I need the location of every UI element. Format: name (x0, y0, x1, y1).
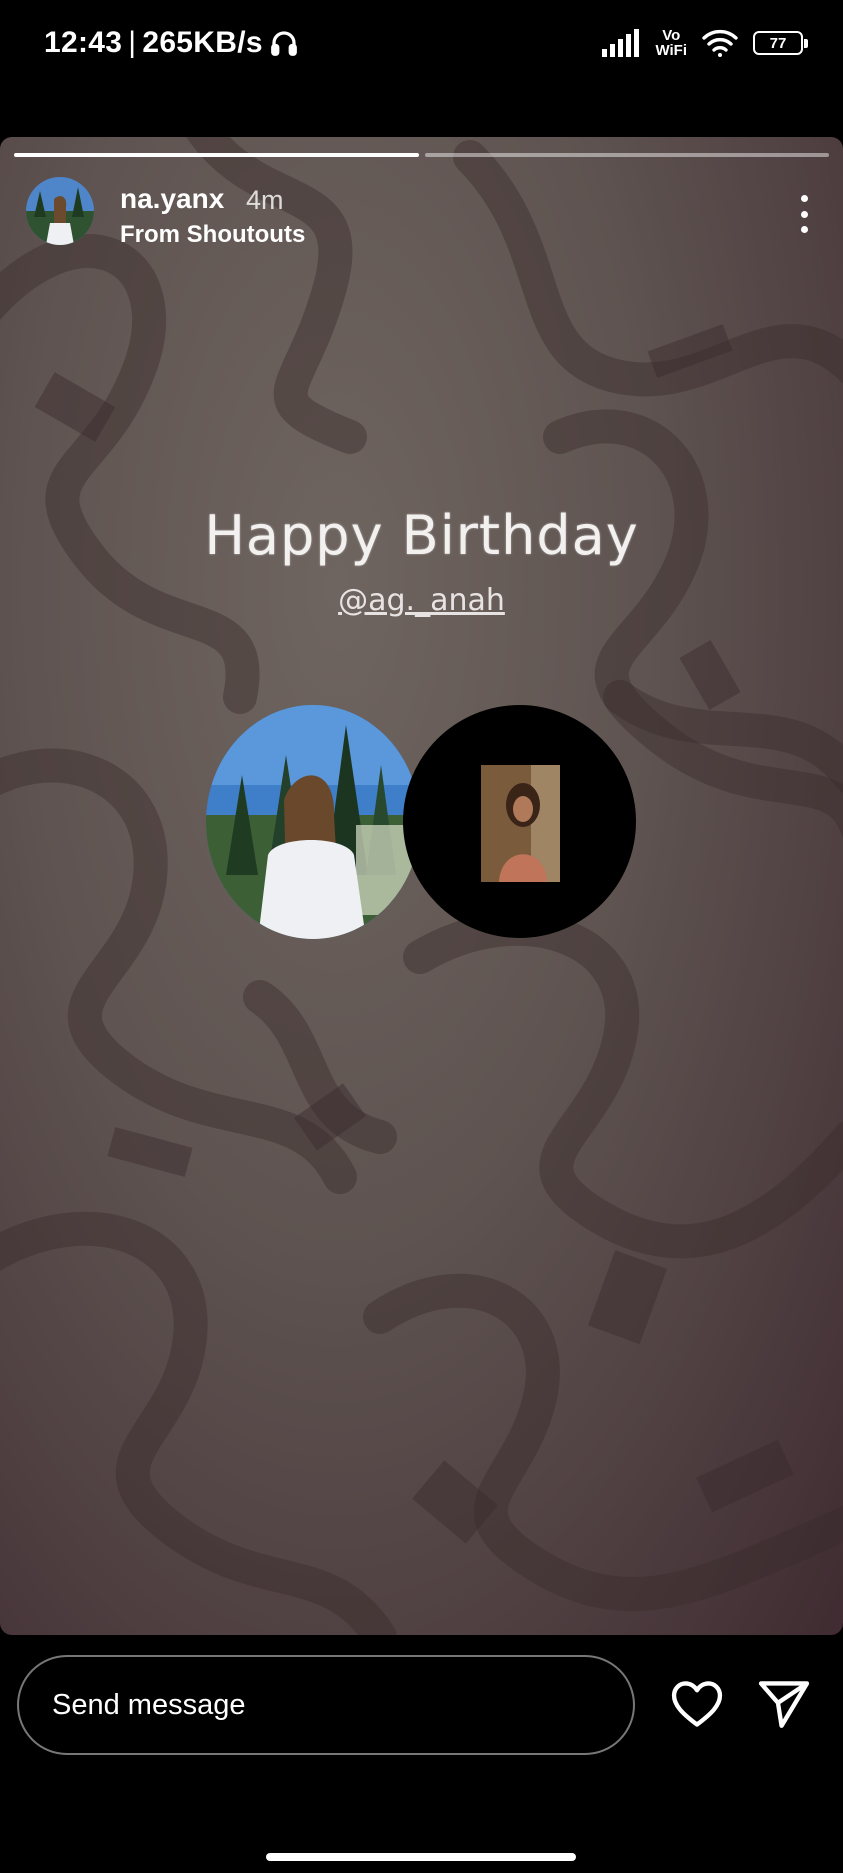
status-bar: 12:43 | 265KB/s Vo WiFi 77 (0, 0, 843, 95)
status-separator: | (128, 26, 137, 59)
mention-tag[interactable]: @ag._anah (0, 583, 843, 618)
photo-circle-right (403, 705, 636, 938)
like-button[interactable] (668, 1675, 726, 1733)
vowifi-line2: WiFi (655, 42, 687, 59)
heart-icon (671, 1681, 723, 1727)
more-options-icon[interactable] (799, 195, 809, 233)
vowifi-line1: Vo (662, 27, 681, 44)
progress-segment (424, 153, 829, 157)
status-time: 12:43 (44, 26, 123, 59)
story-viewer[interactable]: na.yanx 4m From Shoutouts Happy Birthday… (0, 137, 843, 1635)
send-icon (758, 1681, 810, 1728)
home-indicator[interactable] (266, 1853, 576, 1861)
avatar[interactable] (26, 177, 94, 245)
battery-level: 77 (769, 34, 787, 52)
story-title: Happy Birthday (204, 504, 639, 567)
bottom-bar (0, 1635, 843, 1873)
network-speed: 265KB/s (142, 26, 263, 59)
story-time-ago: 4m (246, 185, 284, 215)
story-progress (14, 153, 829, 157)
photo-circle-left (206, 705, 420, 939)
avatar-image (26, 177, 94, 245)
story-source[interactable]: From Shoutouts (120, 221, 305, 249)
story-header: na.yanx 4m From Shoutouts (26, 177, 823, 249)
photo-right-image (481, 765, 560, 882)
battery-icon: 77 (753, 31, 808, 55)
status-right: Vo WiFi 77 (601, 28, 808, 58)
wifi-icon (702, 29, 738, 57)
status-left: 12:43 | 265KB/s (44, 26, 299, 60)
progress-segment (14, 153, 419, 157)
photo-left-image (206, 705, 420, 939)
story-username[interactable]: na.yanx (120, 183, 224, 215)
vowifi-indicator: Vo WiFi (655, 28, 687, 58)
share-button[interactable] (755, 1675, 813, 1733)
send-message-input[interactable] (17, 1655, 635, 1755)
signal-icon (602, 29, 640, 57)
headphones-icon (270, 31, 297, 56)
